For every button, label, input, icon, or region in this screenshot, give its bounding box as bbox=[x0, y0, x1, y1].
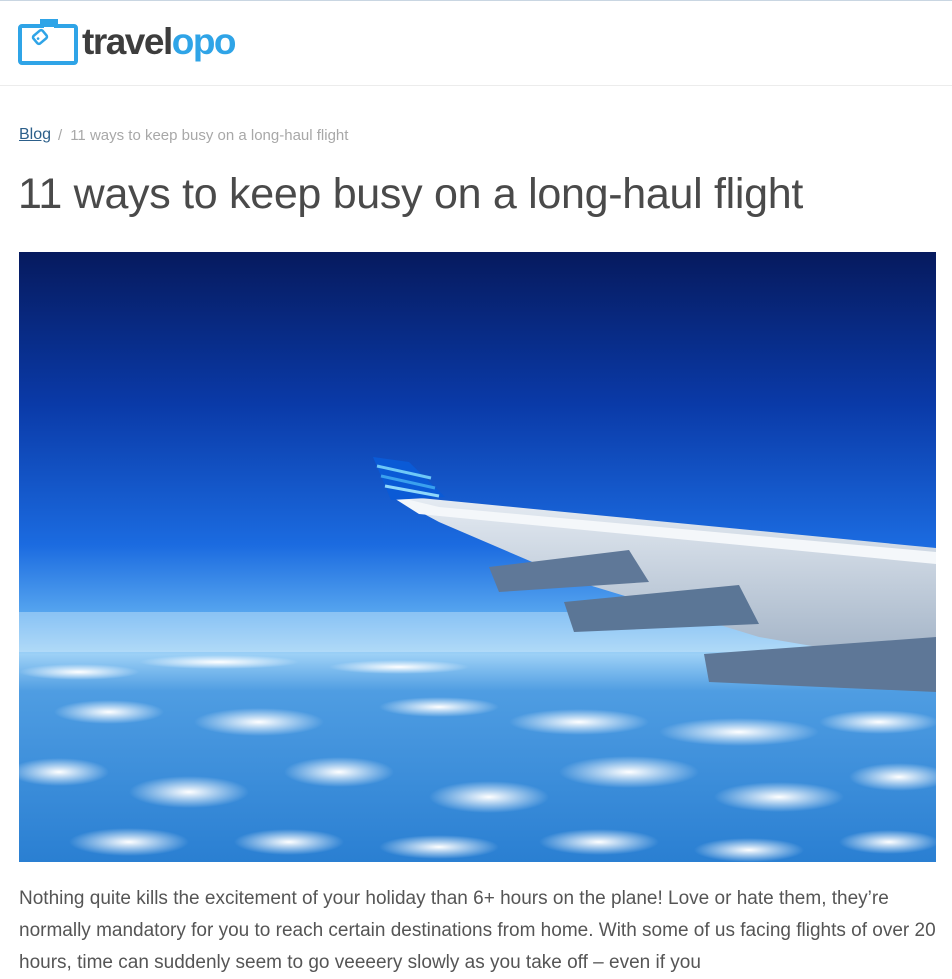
site-header: travelopo bbox=[0, 1, 952, 86]
logo-wordmark: travelopo bbox=[82, 20, 237, 62]
article-intro: Nothing quite kills the excitement of yo… bbox=[19, 888, 936, 973]
breadcrumb-separator: / bbox=[58, 126, 63, 144]
airplane-wing-image bbox=[19, 252, 936, 862]
suitcase-icon bbox=[18, 19, 78, 65]
logo-word-opo: opo bbox=[171, 20, 237, 62]
breadcrumb-link-blog[interactable]: Blog bbox=[19, 126, 51, 144]
page-title: 11 ways to keep busy on a long-haul flig… bbox=[18, 170, 804, 218]
logo-word-travel: travel bbox=[82, 20, 173, 62]
breadcrumb: Blog / 11 ways to keep busy on a long-ha… bbox=[19, 126, 348, 144]
hero-image bbox=[19, 252, 936, 862]
breadcrumb-current: 11 ways to keep busy on a long-haul flig… bbox=[70, 126, 349, 144]
site-logo[interactable]: travelopo bbox=[18, 17, 237, 65]
